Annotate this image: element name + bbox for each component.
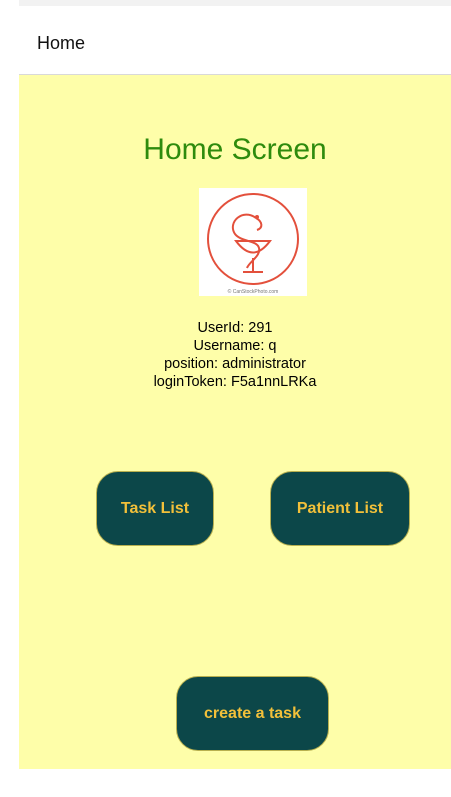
username-text: Username: q	[193, 338, 277, 354]
task-list-button[interactable]: Task List	[96, 471, 214, 546]
pharmacy-logo: © CanStockPhoto.com	[199, 188, 307, 296]
task-list-label: Task List	[120, 499, 190, 517]
patient-list-button[interactable]: Patient List	[270, 471, 410, 546]
position-text: position: administrator	[164, 356, 306, 372]
page-title: Home Screen	[143, 133, 327, 166]
create-task-button[interactable]: create a task	[176, 676, 329, 751]
patient-list-label: Patient List	[296, 499, 384, 517]
logo-caption: © CanStockPhoto.com	[228, 288, 279, 295]
bowl-of-hygieia-icon: © CanStockPhoto.com	[207, 193, 299, 295]
create-task-label: create a task	[204, 704, 301, 722]
user-id-text: UserId: 291	[197, 320, 273, 336]
home-content: Home Screen © CanStockPhoto.com UserId: …	[19, 75, 451, 769]
header-title: Home	[37, 33, 86, 53]
user-info: UserId: 291 Username: q position: admini…	[19, 319, 451, 391]
login-token-text: loginToken: F5a1nnLRKa	[153, 374, 317, 390]
nav-header: Home	[19, 6, 451, 75]
